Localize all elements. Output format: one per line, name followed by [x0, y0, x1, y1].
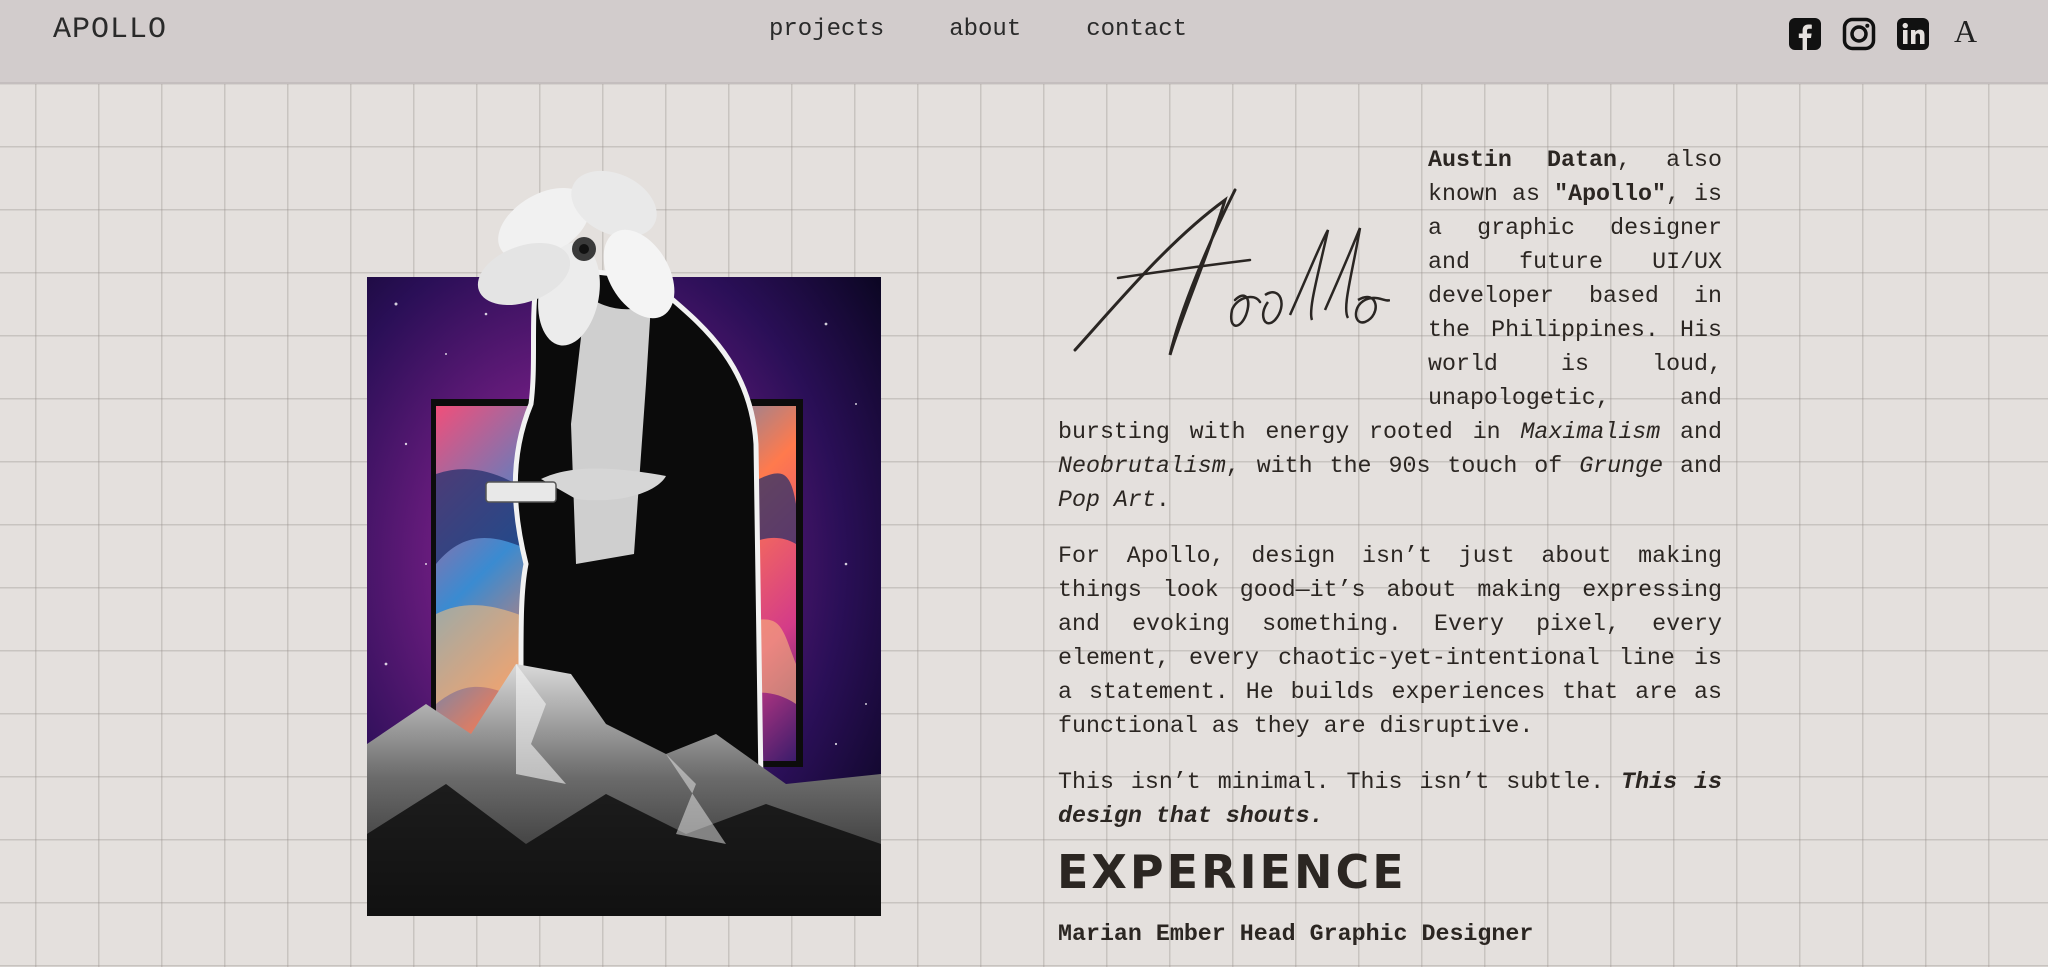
hero-collage-image: [366, 144, 886, 916]
experience-role: Marian Ember Head Graphic Designer: [1058, 921, 1534, 947]
nav-link-contact[interactable]: contact: [1086, 16, 1187, 43]
about-bio: Austin Datan, also known as "Apollo", is…: [1058, 143, 1722, 855]
linkedin-icon[interactable]: [1896, 17, 1930, 51]
nav-link-about[interactable]: about: [949, 16, 1021, 43]
facebook-icon[interactable]: [1788, 17, 1822, 51]
bio-style-term: Maximalism: [1520, 419, 1661, 445]
social-links: A: [1788, 13, 1977, 52]
brand-logo[interactable]: APOLLO: [53, 13, 167, 47]
bio-text: .: [1155, 487, 1170, 513]
bio-text: This isn’t minimal. This isn’t subtle.: [1058, 769, 1622, 795]
experience-heading: EXPERIENCE: [1057, 845, 1407, 899]
bio-text: , with the 90s touch of: [1225, 453, 1580, 479]
bio-text: and: [1663, 453, 1722, 479]
bio-paragraph-3: This isn’t minimal. This isn’t subtle. T…: [1058, 765, 1722, 833]
signature-spacer: [1058, 143, 1428, 413]
bio-text: and: [1660, 419, 1722, 445]
bio-nickname: "Apollo": [1554, 181, 1666, 207]
nav-links: projects about contact: [769, 16, 1187, 43]
accessibility-toggle[interactable]: A: [1954, 13, 1977, 50]
bio-style-term: Pop Art: [1058, 487, 1156, 513]
instagram-icon[interactable]: [1842, 17, 1876, 51]
bio-name: Austin Datan: [1428, 147, 1617, 173]
bio-style-term: Neobrutalism: [1058, 453, 1226, 479]
top-navbar: APOLLO projects about contact A: [0, 0, 2048, 84]
bio-paragraph-2: For Apollo, design isn’t just about maki…: [1058, 543, 1722, 739]
bio-style-term: Grunge: [1579, 453, 1664, 479]
bio-paragraph-1: Austin Datan, also known as "Apollo", is…: [1058, 143, 1722, 517]
nav-link-projects[interactable]: projects: [769, 16, 884, 43]
